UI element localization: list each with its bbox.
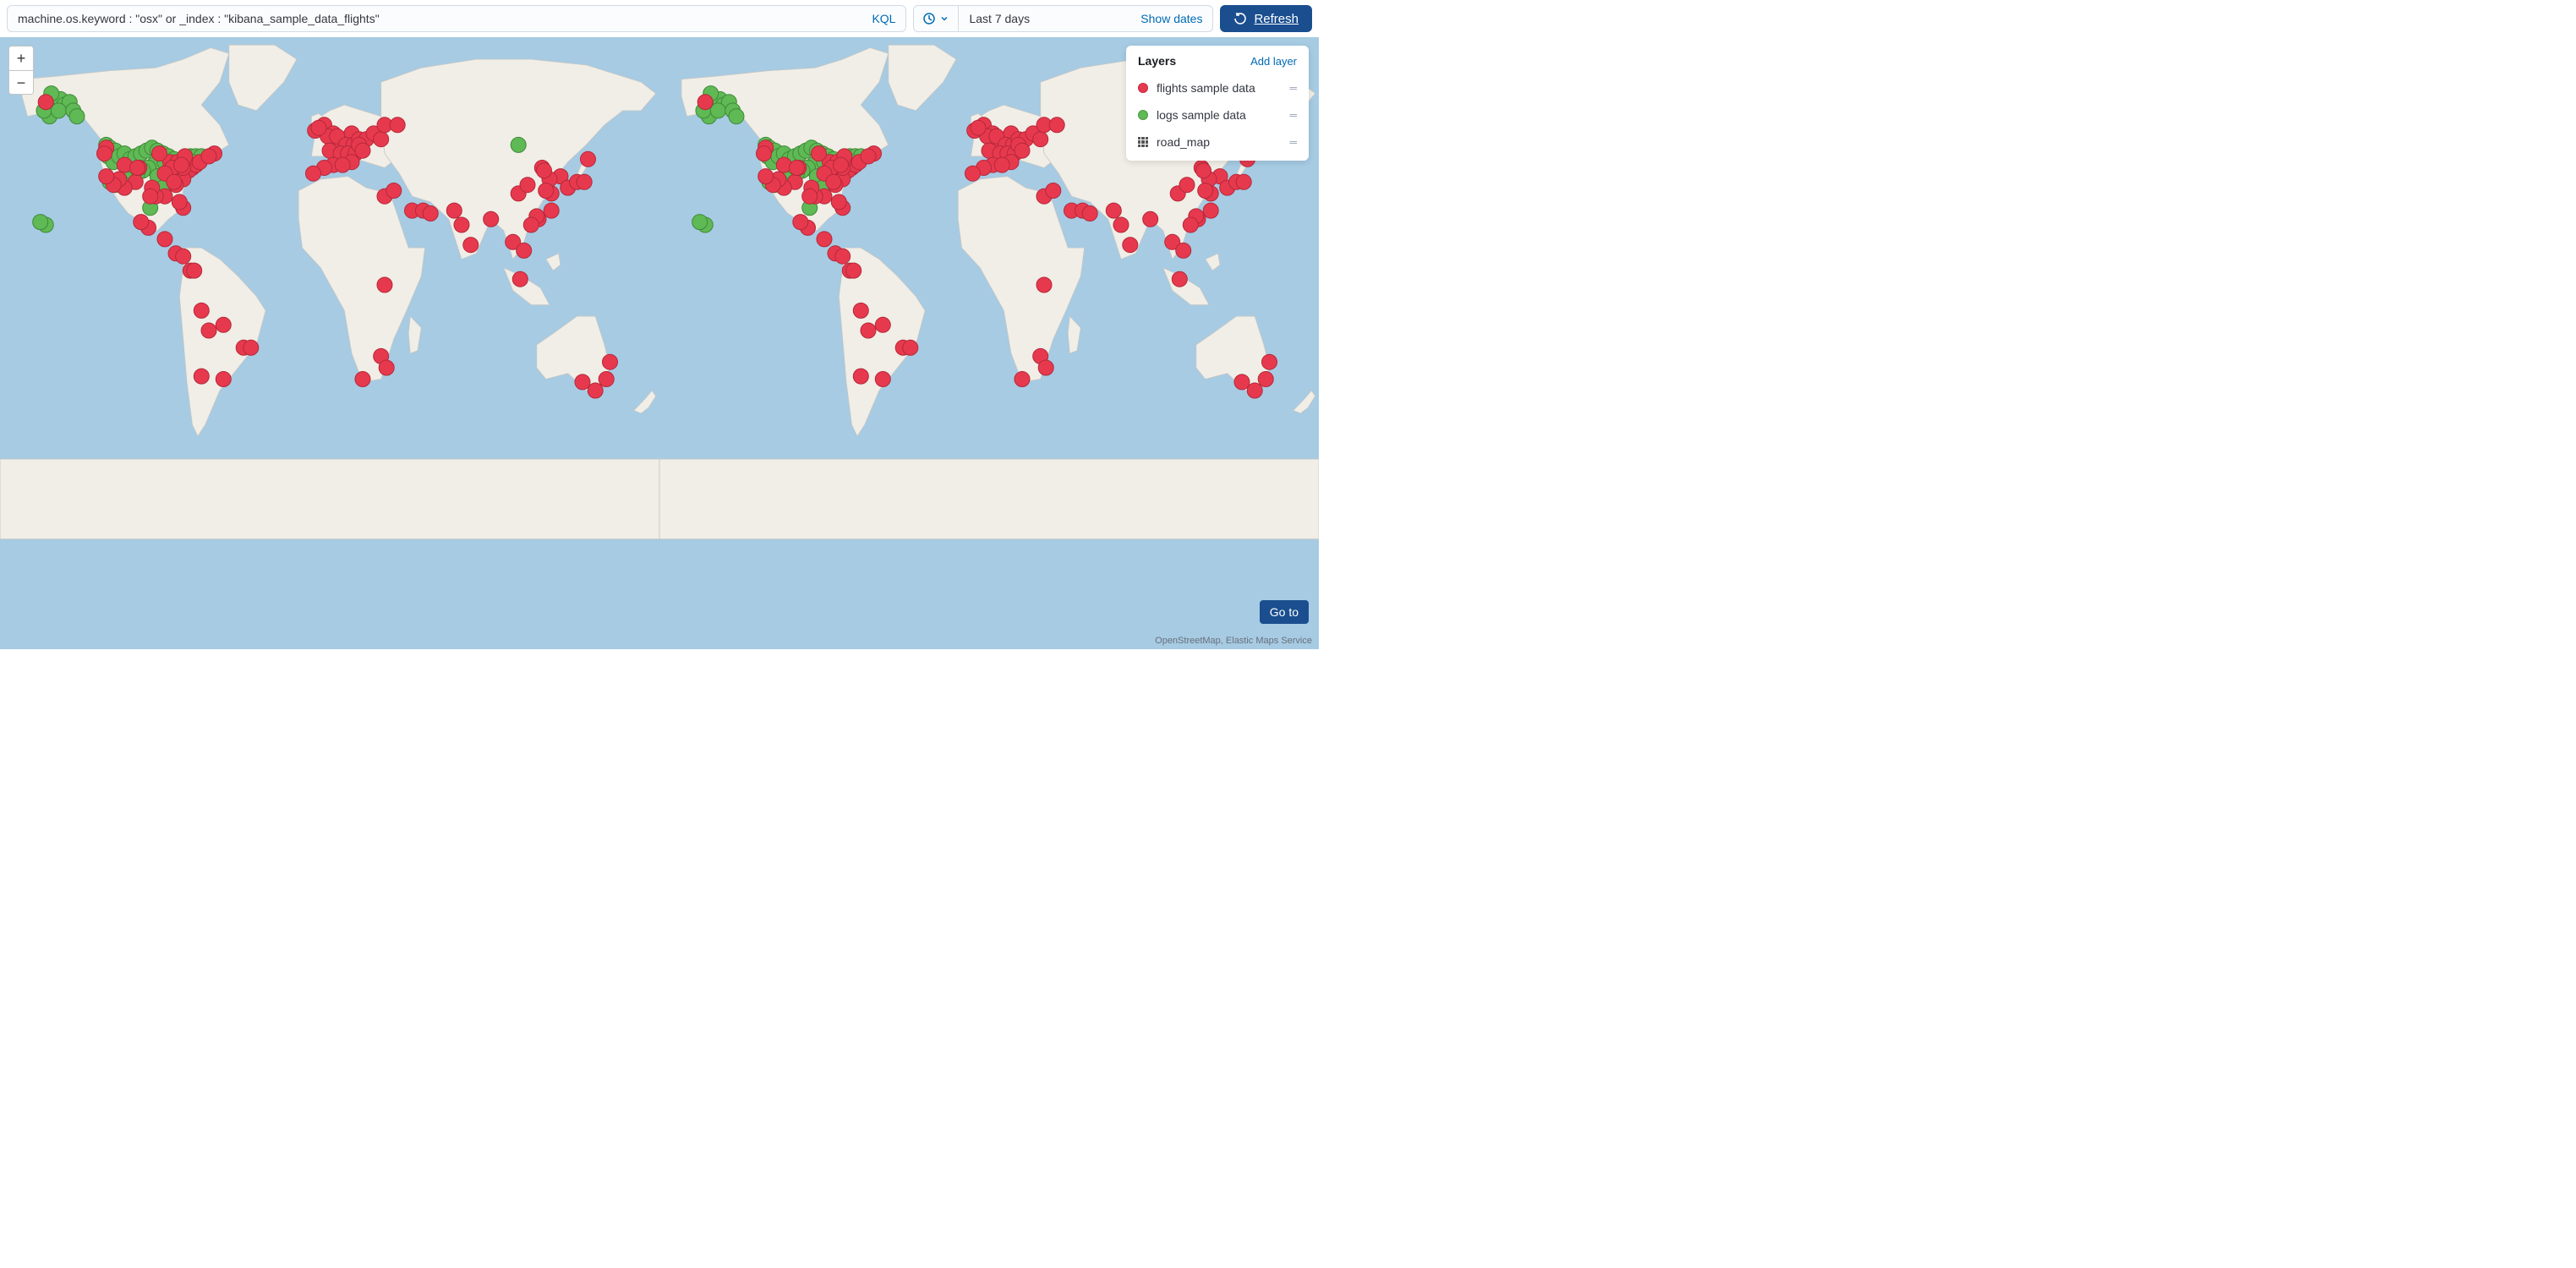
goto-button[interactable]: Go to xyxy=(1260,600,1309,624)
circle-icon xyxy=(1138,83,1148,93)
layers-panel: Layers Add layer flights sample data ═ l… xyxy=(1126,46,1309,161)
query-bar[interactable]: KQL xyxy=(7,5,906,32)
layer-name: road_map xyxy=(1157,135,1281,149)
clock-icon xyxy=(922,12,936,25)
show-dates-link[interactable]: Show dates xyxy=(1140,12,1202,25)
circle-icon xyxy=(1138,110,1148,120)
grid-icon xyxy=(1138,137,1148,147)
map-attribution: OpenStreetMap, Elastic Maps Service xyxy=(1155,636,1312,646)
map[interactable]: + − Layers Add layer flights sample data… xyxy=(0,37,1319,649)
drag-handle-icon[interactable]: ═ xyxy=(1289,82,1297,94)
date-range-button[interactable]: Last 7 days Show dates xyxy=(959,6,1212,31)
zoom-in-button[interactable]: + xyxy=(9,46,33,70)
date-quick-button[interactable] xyxy=(914,6,959,31)
refresh-icon xyxy=(1233,12,1247,25)
layers-title: Layers xyxy=(1138,54,1176,68)
layer-item-flights[interactable]: flights sample data ═ xyxy=(1126,74,1309,101)
kql-toggle[interactable]: KQL xyxy=(872,12,895,25)
layer-item-logs[interactable]: logs sample data ═ xyxy=(1126,101,1309,128)
toolbar: KQL Last 7 days Show dates Refresh xyxy=(0,0,1319,37)
date-range-label: Last 7 days xyxy=(969,12,1030,25)
drag-handle-icon[interactable]: ═ xyxy=(1289,109,1297,121)
query-input[interactable] xyxy=(18,12,872,25)
refresh-label: Refresh xyxy=(1254,12,1299,26)
refresh-button[interactable]: Refresh xyxy=(1220,5,1312,32)
drag-handle-icon[interactable]: ═ xyxy=(1289,136,1297,148)
zoom-out-button[interactable]: − xyxy=(9,70,33,94)
layer-name: flights sample data xyxy=(1157,81,1281,95)
layer-name: logs sample data xyxy=(1157,108,1281,122)
chevron-down-icon xyxy=(939,14,949,24)
layer-item-roadmap[interactable]: road_map ═ xyxy=(1126,128,1309,156)
date-picker: Last 7 days Show dates xyxy=(913,5,1213,32)
add-layer-link[interactable]: Add layer xyxy=(1250,55,1297,68)
zoom-controls: + − xyxy=(8,46,34,95)
world-map-svg xyxy=(0,37,1319,649)
